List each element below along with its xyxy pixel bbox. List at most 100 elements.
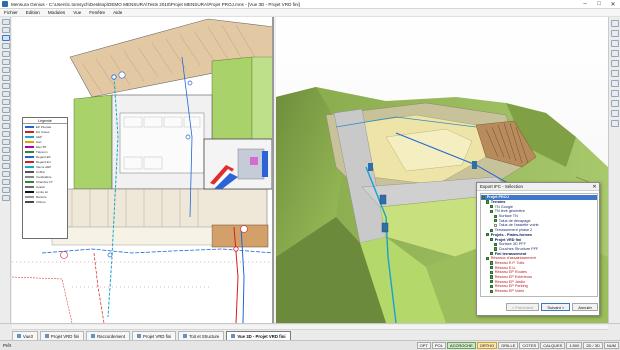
line-tool-icon[interactable] [1,43,10,49]
point-tool-icon[interactable] [1,59,10,65]
select-tool-icon[interactable] [1,19,10,25]
text-tool-icon[interactable] [1,67,10,73]
layer-tool-icon[interactable] [1,91,10,97]
close-button[interactable]: ✕ [606,0,620,9]
legend-label: Regard EU [36,159,51,164]
tree-checkbox[interactable] [490,266,494,270]
light-icon[interactable] [611,90,619,97]
tree-checkbox[interactable] [490,261,494,265]
minimize-button[interactable]: – [578,0,592,9]
menu-bar: Fichier Edition Modules Vue Fenêtre Aide [0,9,620,17]
legend-swatch [25,130,34,133]
tree-checkbox[interactable] [486,200,490,204]
orbit-icon[interactable] [611,60,619,67]
section-tool-icon[interactable] [1,131,10,137]
status-toggle[interactable]: ORTHO [476,342,498,349]
tree-checkbox[interactable] [494,247,498,251]
tree-checkbox[interactable] [494,223,498,228]
menu-edition[interactable]: Edition [26,10,40,15]
zoom-tool-icon[interactable] [1,35,10,41]
cancel-button[interactable]: Annuler [572,303,598,311]
render-icon[interactable] [611,80,619,87]
tree-checkbox[interactable] [490,284,494,288]
tree-checkbox[interactable] [490,252,494,256]
menu-vue[interactable]: Vue [73,10,81,15]
tree-node[interactable]: Réseau EP Voirie [481,289,597,294]
document-tab[interactable]: Vue 3D - Projet VRD fini [226,331,291,340]
properties-tool-icon[interactable] [1,171,10,177]
menu-fichier[interactable]: Fichier [4,10,18,15]
layer-tree[interactable]: Projet PROJ Terrains TN Google TN levé géom… [480,193,598,297]
document-tab[interactable]: Vue3 [12,331,38,340]
menu-fenetre[interactable]: Fenêtre [89,10,105,15]
next-button[interactable]: Suivant > [541,303,571,311]
legend-swatch [25,160,34,163]
block-tool-icon[interactable] [1,155,10,161]
tree-checkbox[interactable] [490,275,494,279]
plan-view-2d[interactable]: Légende EP Pluviale EU Usées AEP Gaz Elec BT… [12,17,274,323]
horizontal-scrollbar[interactable] [12,325,608,330]
previous-button[interactable]: < Précédent [505,303,540,311]
tree-node-label: Réseau EP Extérieurs [494,275,532,280]
document-tab[interactable]: Raccordement [86,331,131,340]
measure-tool-icon[interactable] [1,83,10,89]
view-iso-icon[interactable] [611,50,619,57]
tree-checkbox[interactable] [494,219,498,223]
status-toggle[interactable]: COTES [519,342,540,349]
menu-aide[interactable]: Aide [113,10,122,15]
status-toggle[interactable]: POL [431,342,446,349]
export-ifc-dialog: Export IFC - Sélection ✕ Projet PROJ Terr… [476,182,600,316]
erase-tool-icon[interactable] [1,163,10,169]
document-tab[interactable]: Toit et Structure [178,331,225,340]
view-side-icon[interactable] [611,40,619,47]
surface-tool-icon[interactable] [1,115,10,121]
menu-modules[interactable]: Modules [48,10,65,15]
tree-checkbox[interactable] [490,270,494,274]
tree-node-label: Surface TN [498,214,518,219]
status-toggle[interactable]: OPT [416,342,431,349]
tree-checkbox[interactable] [490,205,494,209]
view-top-icon[interactable] [611,20,619,27]
settings-tool-icon[interactable] [1,195,10,201]
tree-checkbox[interactable] [486,256,490,260]
document-tab[interactable]: Projet VRD fini [132,331,177,340]
status-toggle[interactable]: 2D / 3D [583,342,603,349]
tree-checkbox[interactable] [494,242,498,246]
zoom-extents-icon[interactable] [611,70,619,77]
status-toggle[interactable]: ACCROCHE [446,342,476,349]
print-tool-icon[interactable] [1,179,10,185]
tree-node-label: Projets - Plates-formes [490,232,533,237]
volume-tool-icon[interactable] [1,139,10,145]
export-tool-icon[interactable] [1,187,10,193]
tree-checkbox[interactable] [494,214,498,218]
view-front-icon[interactable] [611,30,619,37]
tree-checkbox[interactable] [490,237,494,242]
pan-tool-icon[interactable] [1,27,10,33]
tree-checkbox[interactable] [486,233,490,237]
network-tool-icon[interactable] [1,99,10,105]
dialog-close-icon[interactable]: ✕ [590,184,599,190]
maximize-button[interactable]: □ [592,0,606,9]
tabs: Vue3 Projet VRD fini Raccordement Projet VR… [12,331,293,340]
dimension-tool-icon[interactable] [1,75,10,81]
tree-checkbox[interactable] [490,228,494,232]
tree-checkbox[interactable] [490,209,494,213]
tree-checkbox[interactable] [490,280,494,284]
tree-node-label: Réseau E.P. Toits [494,260,525,265]
tree-checkbox[interactable] [490,289,494,293]
status-toggle[interactable]: NUM [603,342,619,349]
walk-icon[interactable] [611,110,619,117]
status-toggle[interactable]: GRILLE [498,342,519,349]
clip-icon[interactable] [611,120,619,127]
document-tab[interactable]: Projet VRD fini [39,331,85,340]
camera-icon[interactable] [611,100,619,107]
tree-node-label: Surface 3D PFF [498,242,526,247]
tree-node-label: Projet VRD fini [494,237,522,242]
tree-checkbox[interactable] [482,195,486,199]
status-toggle[interactable]: 1:500 [566,342,583,349]
polyline-tool-icon[interactable] [1,51,10,57]
manhole-tool-icon[interactable] [1,107,10,113]
status-toggle[interactable]: CALQUES [540,342,566,349]
profile-tool-icon[interactable] [1,123,10,129]
hatch-tool-icon[interactable] [1,147,10,153]
